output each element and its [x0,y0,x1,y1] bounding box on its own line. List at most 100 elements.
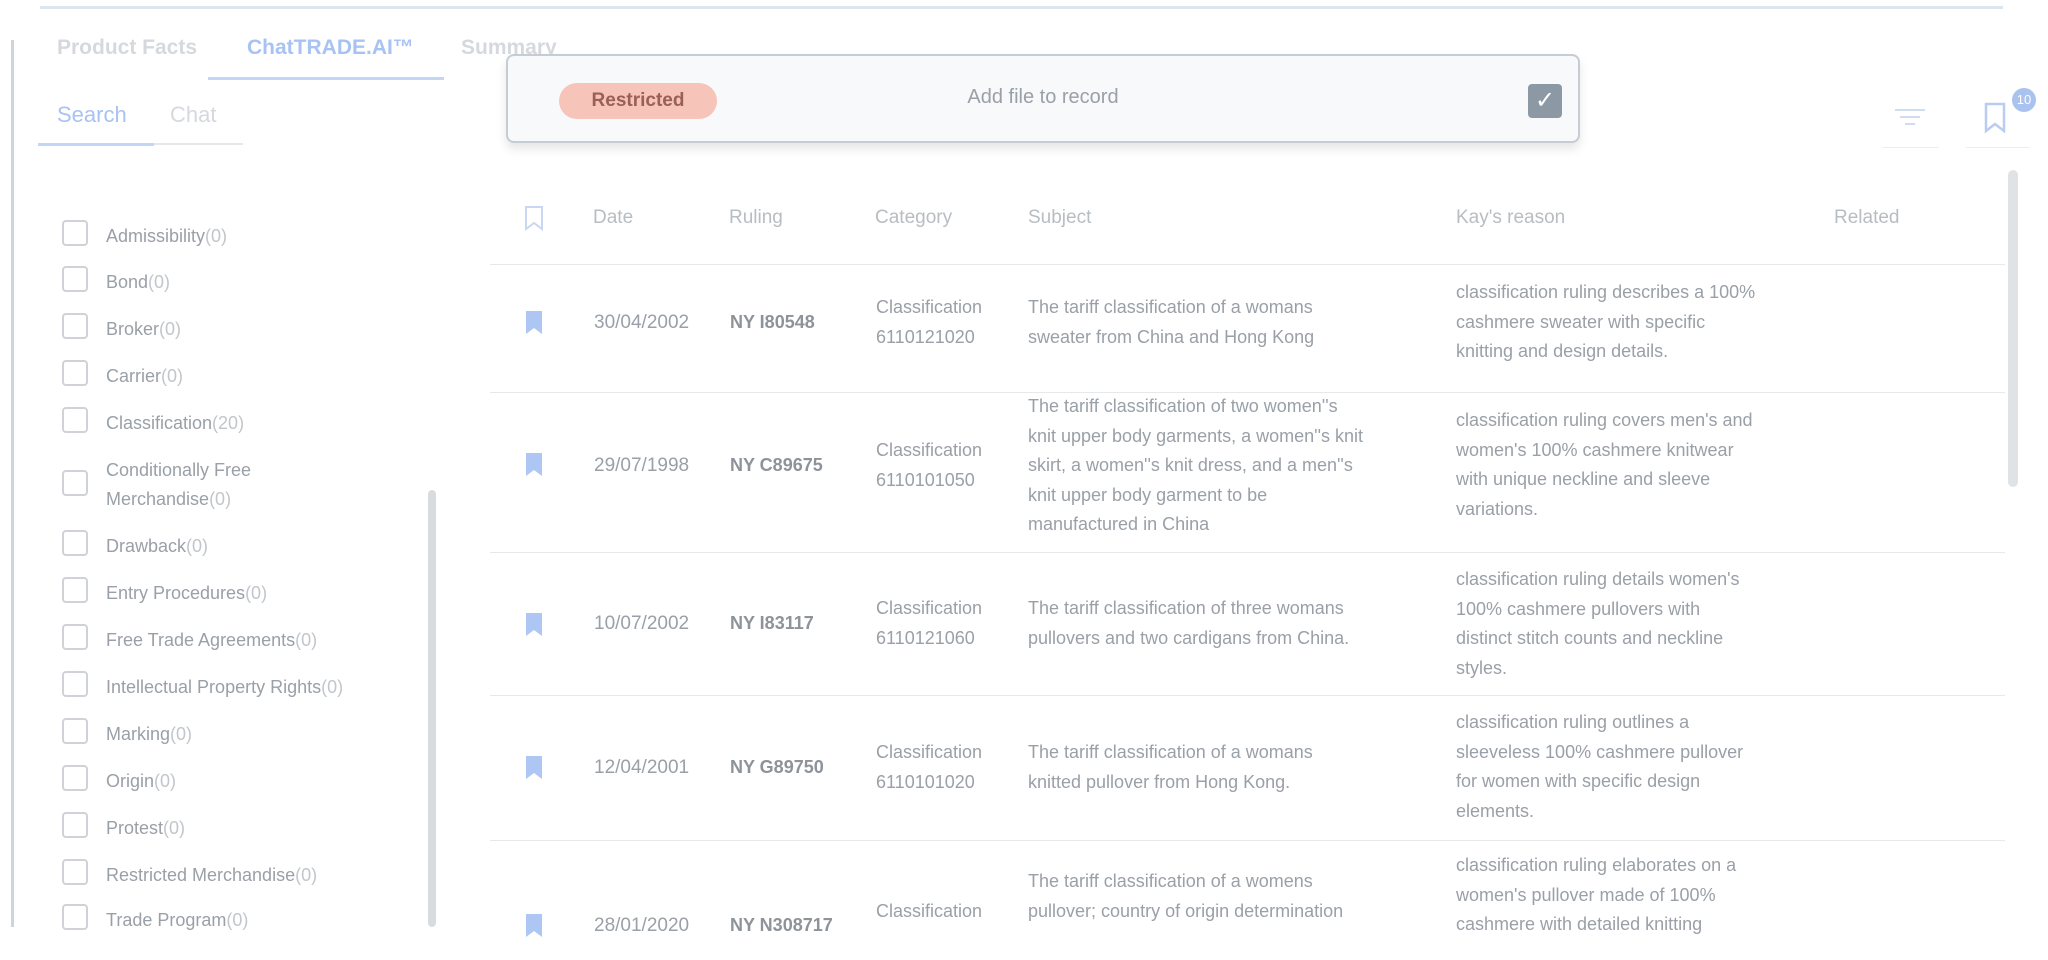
row-subject: The tariff classification of a womens pul… [1028,871,1344,921]
table-row[interactable]: 30/04/2002 NY I80548 Classification 61101… [490,265,2005,393]
filter-marking[interactable]: Marking(0) [62,718,396,749]
filter-entry-procedures[interactable]: Entry Procedures(0) [62,577,396,608]
table-row[interactable]: 10/07/2002 NY I83117 Classification 61101… [490,552,2005,696]
bookmark-icon[interactable] [525,913,543,938]
filter-classification[interactable]: Classification(20) [62,407,396,438]
checkbox[interactable] [62,812,88,838]
row-category: Classification 6110121020 [876,297,983,347]
column-header-reason[interactable]: Kay's reason [1456,207,1565,229]
row-date: 28/01/2020 [594,915,690,936]
bookmark-icon[interactable] [525,612,543,637]
checkbox[interactable] [62,904,88,930]
row-ruling[interactable]: NY C89675 [730,451,823,481]
row-reason: classification ruling describes a 100% ca… [1456,282,1756,361]
table-row[interactable]: 29/07/1998 NY C89675 Classification 61101… [490,392,2005,553]
sub-tab-chat[interactable]: Chat [170,102,216,128]
filter-bond[interactable]: Bond(0) [62,266,396,297]
checkbox[interactable] [62,671,88,697]
confirm-checkbox[interactable]: ✓ [1528,84,1562,118]
filter-trade-program[interactable]: Trade Program(0) [62,904,396,935]
filter-label: Admissibility(0) [106,226,228,246]
row-date: 10/07/2002 [594,613,690,634]
table-row[interactable]: 12/04/2001 NY G89750 Classification 61101… [490,695,2005,841]
bookmarks-count-badge: 10 [2012,88,2036,112]
bookmark-icon[interactable] [525,310,543,335]
checkbox[interactable] [62,266,88,292]
top-divider [40,6,2003,9]
row-ruling[interactable]: NY G89750 [730,753,824,783]
main-tab-chattrade[interactable]: ChatTRADE.AI™ [247,36,414,60]
column-header-ruling[interactable]: Ruling [729,207,783,229]
filter-label: Intellectual Property Rights(0) [106,677,344,697]
bookmark-icon[interactable] [525,452,543,477]
row-ruling[interactable]: NY N308717 [730,911,833,941]
filter-line [1905,123,1915,125]
bookmark-icon[interactable] [525,755,543,780]
row-category: Classification 6110101050 [876,440,983,490]
row-reason: classification ruling covers men's and wo… [1456,410,1753,519]
active-tab-underline [208,77,444,80]
filter-restricted-merchandise[interactable]: Restricted Merchandise(0) [62,859,396,890]
main-tab-product-facts[interactable]: Product Facts [57,36,197,60]
filter-line [1900,116,1920,118]
row-ruling[interactable]: NY I83117 [730,609,814,639]
row-reason: classification ruling elaborates on a wom… [1456,855,1737,934]
filter-drawback[interactable]: Drawback(0) [62,530,396,561]
checkbox[interactable] [62,718,88,744]
filter-intellectual-property-rights[interactable]: Intellectual Property Rights(0) [62,671,396,702]
filter-origin[interactable]: Origin(0) [62,765,396,796]
left-edge [11,40,14,927]
filter-label: Protest(0) [106,818,186,838]
filter-broker[interactable]: Broker(0) [62,313,396,344]
filter-lines-icon[interactable] [1882,100,1939,148]
row-date: 30/04/2002 [594,312,690,333]
row-reason: classification ruling details women's 100… [1456,569,1740,678]
checkbox[interactable] [62,624,88,650]
filter-protest[interactable]: Protest(0) [62,812,396,843]
filter-label: Drawback(0) [106,536,209,556]
bookmark-column-icon [525,206,543,231]
checkbox[interactable] [62,313,88,339]
bookmarks-button[interactable]: 10 [1966,88,2036,148]
checkbox[interactable] [62,859,88,885]
checkbox[interactable] [62,577,88,603]
filter-label: Entry Procedures(0) [106,583,268,603]
bookmark-icon [1984,102,2006,134]
column-header-date[interactable]: Date [593,207,633,229]
filter-label: Conditionally Free Merchandise(0) [106,460,252,509]
filter-label: Origin(0) [106,771,177,791]
row-category: Classification 6110101020 [876,742,983,792]
table-scrollbar[interactable] [2008,170,2018,487]
row-subject: The tariff classification of a womans kni… [1028,742,1313,792]
checkbox[interactable] [62,470,88,496]
row-ruling[interactable]: NY I80548 [730,308,815,338]
row-category: Classification [876,901,983,921]
add-file-popup: Restricted Add file to record ✓ [506,54,1580,143]
filter-label: Restricted Merchandise(0) [106,865,318,885]
table-row[interactable]: 28/01/2020 NY N308717 Classification The… [490,840,2005,960]
column-header-category[interactable]: Category [875,207,952,229]
checkbox[interactable] [62,220,88,246]
sub-tab-search[interactable]: Search [57,102,127,128]
filter-label: Trade Program(0) [106,910,249,930]
filter-admissibility[interactable]: Admissibility(0) [62,220,396,251]
filter-line [1895,109,1925,111]
sub-tab-active-underline [38,143,154,146]
row-reason: classification ruling outlines a sleevele… [1456,712,1744,821]
filter-conditionally-free-merchandise[interactable]: Conditionally Free Merchandise(0) [62,456,306,514]
checkbox[interactable] [62,530,88,556]
filter-label: Classification(20) [106,413,245,433]
column-header-related[interactable]: Related [1834,207,1900,229]
checkbox[interactable] [62,360,88,386]
row-date: 29/07/1998 [594,455,690,476]
checkbox[interactable] [62,407,88,433]
column-header-subject[interactable]: Subject [1028,207,1091,229]
checkbox[interactable] [62,765,88,791]
filter-label: Bond(0) [106,272,171,292]
filter-label: Marking(0) [106,724,193,744]
filter-scrollbar[interactable] [428,490,436,927]
filter-free-trade-agreements[interactable]: Free Trade Agreements(0) [62,624,396,655]
row-date: 12/04/2001 [594,757,690,778]
row-subject: The tariff classification of three woman… [1028,598,1350,648]
filter-carrier[interactable]: Carrier(0) [62,360,396,391]
